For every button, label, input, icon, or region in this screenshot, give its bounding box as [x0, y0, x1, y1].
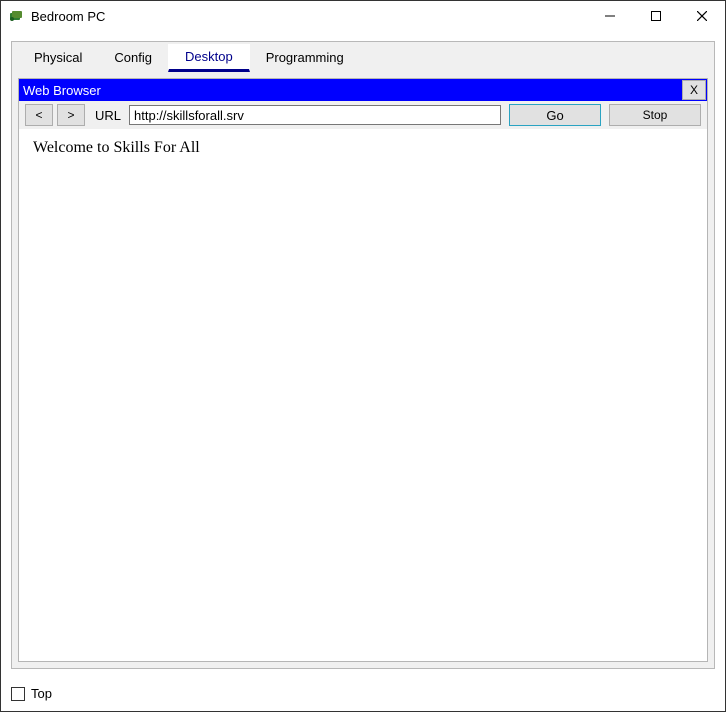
top-checkbox[interactable]: [11, 687, 25, 701]
browser-title-bar: Web Browser X: [19, 79, 707, 101]
close-button[interactable]: [679, 1, 725, 31]
maximize-button[interactable]: [633, 1, 679, 31]
url-input[interactable]: [129, 105, 501, 125]
page-content: Welcome to Skills For All: [19, 129, 707, 167]
go-button[interactable]: Go: [509, 104, 601, 126]
tab-config[interactable]: Config: [98, 46, 168, 72]
back-button[interactable]: <: [25, 104, 53, 126]
tab-physical[interactable]: Physical: [18, 46, 98, 72]
browser-title: Web Browser: [23, 83, 101, 98]
minimize-button[interactable]: [587, 1, 633, 31]
main-panel: Physical Config Desktop Programming Web …: [11, 41, 715, 669]
tab-programming[interactable]: Programming: [250, 46, 360, 72]
stop-button[interactable]: Stop: [609, 104, 701, 126]
tab-bar: Physical Config Desktop Programming: [12, 42, 714, 72]
forward-button[interactable]: >: [57, 104, 85, 126]
app-icon: [9, 8, 25, 24]
url-label: URL: [95, 108, 121, 123]
top-label: Top: [31, 686, 52, 701]
footer: Top: [11, 686, 52, 701]
browser-toolbar: < > URL Go Stop: [19, 101, 707, 129]
web-browser-window: Web Browser X < > URL Go Stop Welcome to…: [18, 78, 708, 662]
browser-close-button[interactable]: X: [682, 80, 706, 100]
window-title: Bedroom PC: [31, 9, 105, 24]
window-title-bar: Bedroom PC: [1, 1, 725, 31]
page-heading: Welcome to Skills For All: [33, 139, 200, 156]
window-controls: [587, 1, 725, 31]
tab-desktop[interactable]: Desktop: [168, 44, 250, 72]
